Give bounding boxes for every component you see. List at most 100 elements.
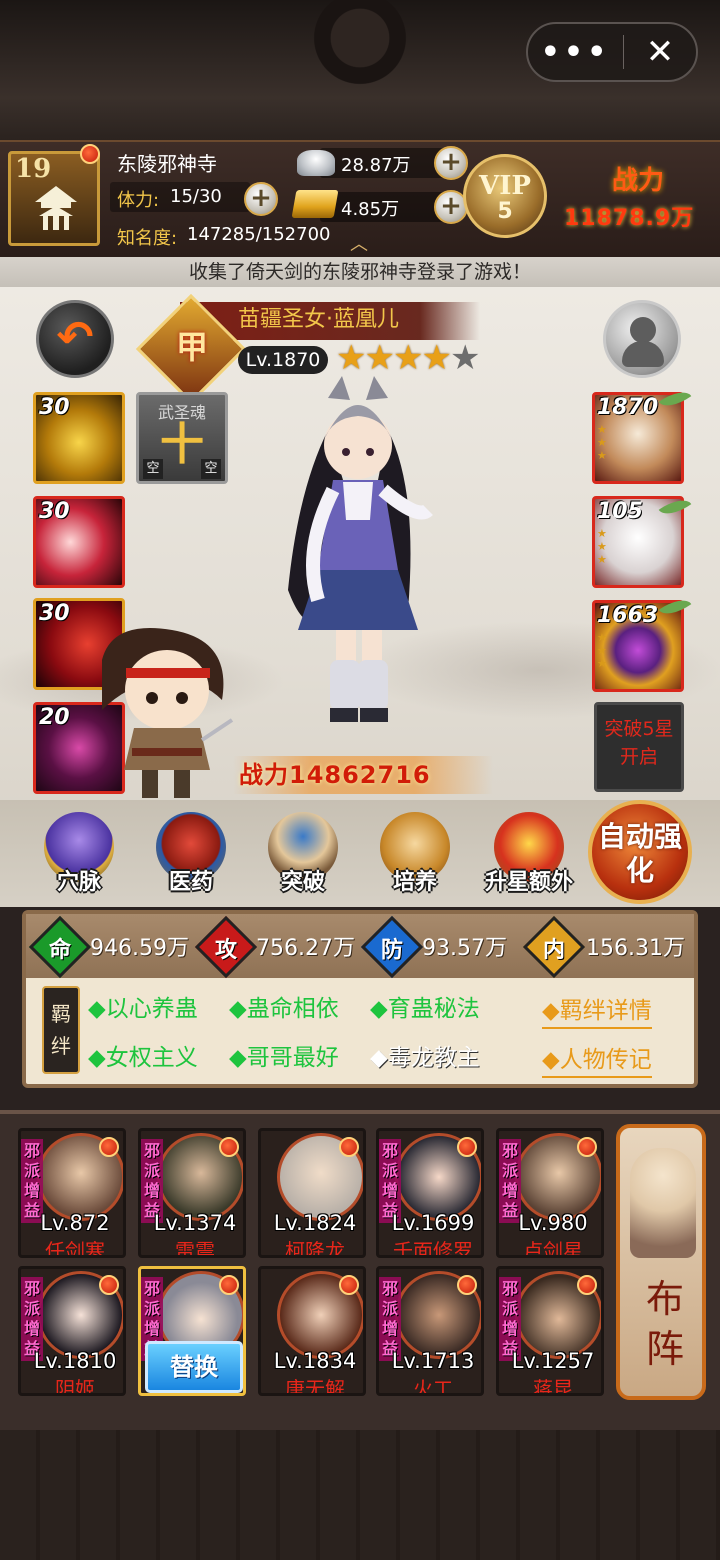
- skill-level: 20: [39, 705, 70, 730]
- bond-item[interactable]: ◆蛊命相依: [229, 989, 339, 1023]
- bond-item[interactable]: ◆哥哥最好: [229, 1038, 339, 1072]
- add-stamina-button[interactable]: +: [244, 182, 278, 216]
- breakthrough-locked-slot[interactable]: 突破5星开启: [594, 702, 684, 792]
- gold-ingot-icon: [291, 190, 339, 218]
- sidekick-figure: [102, 628, 234, 798]
- stamina-label: 体力:: [117, 190, 160, 211]
- swap-button[interactable]: 替换: [145, 1341, 243, 1393]
- menu-label: 培养: [392, 870, 437, 895]
- add-silver-button[interactable]: +: [434, 146, 468, 180]
- equip-level: 1870: [597, 395, 659, 420]
- team-card[interactable]: Lv.1824 柯降龙: [258, 1128, 366, 1258]
- menu-label: 穴脉: [56, 870, 101, 895]
- notification-dot-icon: [219, 1275, 239, 1295]
- vip-level: 5: [497, 199, 513, 224]
- defense-value: 93.57万: [422, 936, 507, 961]
- menu-meridian[interactable]: 穴脉: [36, 812, 122, 908]
- skill-level: 30: [39, 395, 70, 420]
- bond-badge: 羁绊: [42, 986, 80, 1074]
- equip-stars: ★ ★ ★: [597, 527, 607, 566]
- notification-dot-icon: [80, 144, 100, 164]
- monk-head-icon: [630, 317, 656, 343]
- fame-value: 147285/152700: [187, 224, 331, 245]
- back-button[interactable]: ↶: [36, 300, 114, 378]
- card-name: 蒋昆: [533, 1377, 573, 1396]
- vip-badge[interactable]: VIP 5: [463, 154, 547, 238]
- monk-portrait-button[interactable]: [603, 300, 681, 378]
- hp-char: 命: [48, 938, 71, 963]
- card-name: 唐无解: [285, 1377, 345, 1396]
- menu-cultivate[interactable]: 培养: [372, 812, 458, 908]
- team-card[interactable]: 邪派增益 Lv.980 卢剑星: [496, 1128, 604, 1258]
- team-card[interactable]: 邪派增益 Lv.1699 千面修罗: [376, 1128, 484, 1258]
- rank-text: 甲: [175, 328, 208, 366]
- formation-button[interactable]: 布阵: [616, 1124, 706, 1400]
- equip-slot-accessory[interactable]: 1663 ★ ★ ★: [592, 600, 684, 692]
- card-level: Lv.980: [518, 1211, 588, 1235]
- team-card[interactable]: 邪派增益 Lv.1713 火工: [376, 1266, 484, 1396]
- equip-slot-weapon[interactable]: 1870 ★ ★ ★: [592, 392, 684, 484]
- notification-dot-icon: [457, 1275, 477, 1295]
- bond-badge-text: 羁绊: [51, 1002, 71, 1058]
- bond-item[interactable]: ◆以心养蛊: [88, 989, 198, 1023]
- gold-value: 4.85万: [341, 199, 400, 220]
- menu-star-up[interactable]: 升星额外: [476, 812, 582, 908]
- menu-breakthrough[interactable]: 突破: [260, 812, 346, 908]
- notification-dot-icon: [339, 1137, 359, 1157]
- notification-dot-icon: [219, 1137, 239, 1157]
- more-menu-button[interactable]: •••: [528, 35, 623, 70]
- team-card[interactable]: 邪派增益 Lv.1810 阴姬: [18, 1266, 126, 1396]
- team-card-selected[interactable]: 邪派增益 替换: [138, 1266, 246, 1396]
- silver-value: 28.87万: [341, 155, 411, 176]
- player-avatar[interactable]: 19: [8, 151, 100, 246]
- close-button[interactable]: ✕: [624, 32, 696, 72]
- card-name: 雷震: [175, 1239, 215, 1258]
- silver-ingot-icon: [297, 150, 335, 176]
- bond-item[interactable]: ◆女权主义: [88, 1038, 198, 1072]
- player-name: 东陵邪神寺: [117, 152, 217, 176]
- notification-dot-icon: [339, 1275, 359, 1295]
- team-card[interactable]: 邪派增益 Lv.1257 蒋昆: [496, 1266, 604, 1396]
- formation-label: 布阵: [645, 1277, 684, 1371]
- card-name: 卢剑星: [523, 1239, 583, 1258]
- biography-link[interactable]: ◆人物传记: [542, 1040, 652, 1078]
- team-card[interactable]: Lv.1834 唐无解: [258, 1266, 366, 1396]
- card-level: Lv.1824: [273, 1211, 357, 1235]
- menu-label: 突破: [280, 870, 325, 895]
- card-level: Lv.1810: [33, 1349, 117, 1373]
- notification-dot-icon: [577, 1275, 597, 1295]
- skill-slot-2[interactable]: 30: [33, 496, 125, 588]
- card-level: Lv.1699: [391, 1211, 475, 1235]
- equip-stars: ★ ★ ★: [597, 631, 607, 670]
- temple-icon: [35, 186, 77, 230]
- notification-dot-icon: [99, 1137, 119, 1157]
- attack-value: 756.27万: [256, 936, 355, 961]
- card-name: 任剑寒: [45, 1239, 105, 1258]
- login-notice: 收集了倚天剑的东陵邪神寺登录了游戏！: [0, 257, 720, 287]
- wusheng-soul-slot[interactable]: 武圣魂 十 空 空: [136, 392, 228, 484]
- card-name: 火工: [413, 1377, 453, 1396]
- hero-figure[interactable]: [258, 370, 458, 740]
- window-capsule: ••• ✕: [526, 22, 698, 82]
- bond-item[interactable]: ◆育蛊秘法: [370, 989, 480, 1023]
- bond-item-inactive[interactable]: ◆毒龙教主: [370, 1038, 480, 1072]
- hp-value: 946.59万: [90, 936, 189, 961]
- equip-level: 105: [597, 499, 643, 524]
- team-card[interactable]: 邪派增益 Lv.872 任剑寒: [18, 1128, 126, 1258]
- bond-detail-link[interactable]: ◆羁绊详情: [542, 991, 652, 1029]
- chevron-up-icon[interactable]: ︿: [350, 230, 368, 256]
- power-value: 11878.9万: [564, 206, 695, 231]
- skill-level: 30: [39, 499, 70, 524]
- monk-body-icon: [622, 341, 664, 367]
- attack-char: 攻: [214, 938, 237, 963]
- menu-medicine[interactable]: 医药: [148, 812, 234, 908]
- equip-level: 1663: [597, 603, 659, 628]
- card-level: Lv.872: [40, 1211, 110, 1235]
- wusheng-empty-left: 空: [143, 459, 163, 479]
- wusheng-empty-right: 空: [201, 459, 221, 479]
- team-card[interactable]: 邪派增益 Lv.1374 雷震: [138, 1128, 246, 1258]
- card-level: Lv.1257: [511, 1349, 595, 1373]
- card-level: Lv.1834: [273, 1349, 357, 1373]
- auto-strengthen-button[interactable]: 自动强化: [588, 800, 692, 904]
- skill-slot-1[interactable]: 30: [33, 392, 125, 484]
